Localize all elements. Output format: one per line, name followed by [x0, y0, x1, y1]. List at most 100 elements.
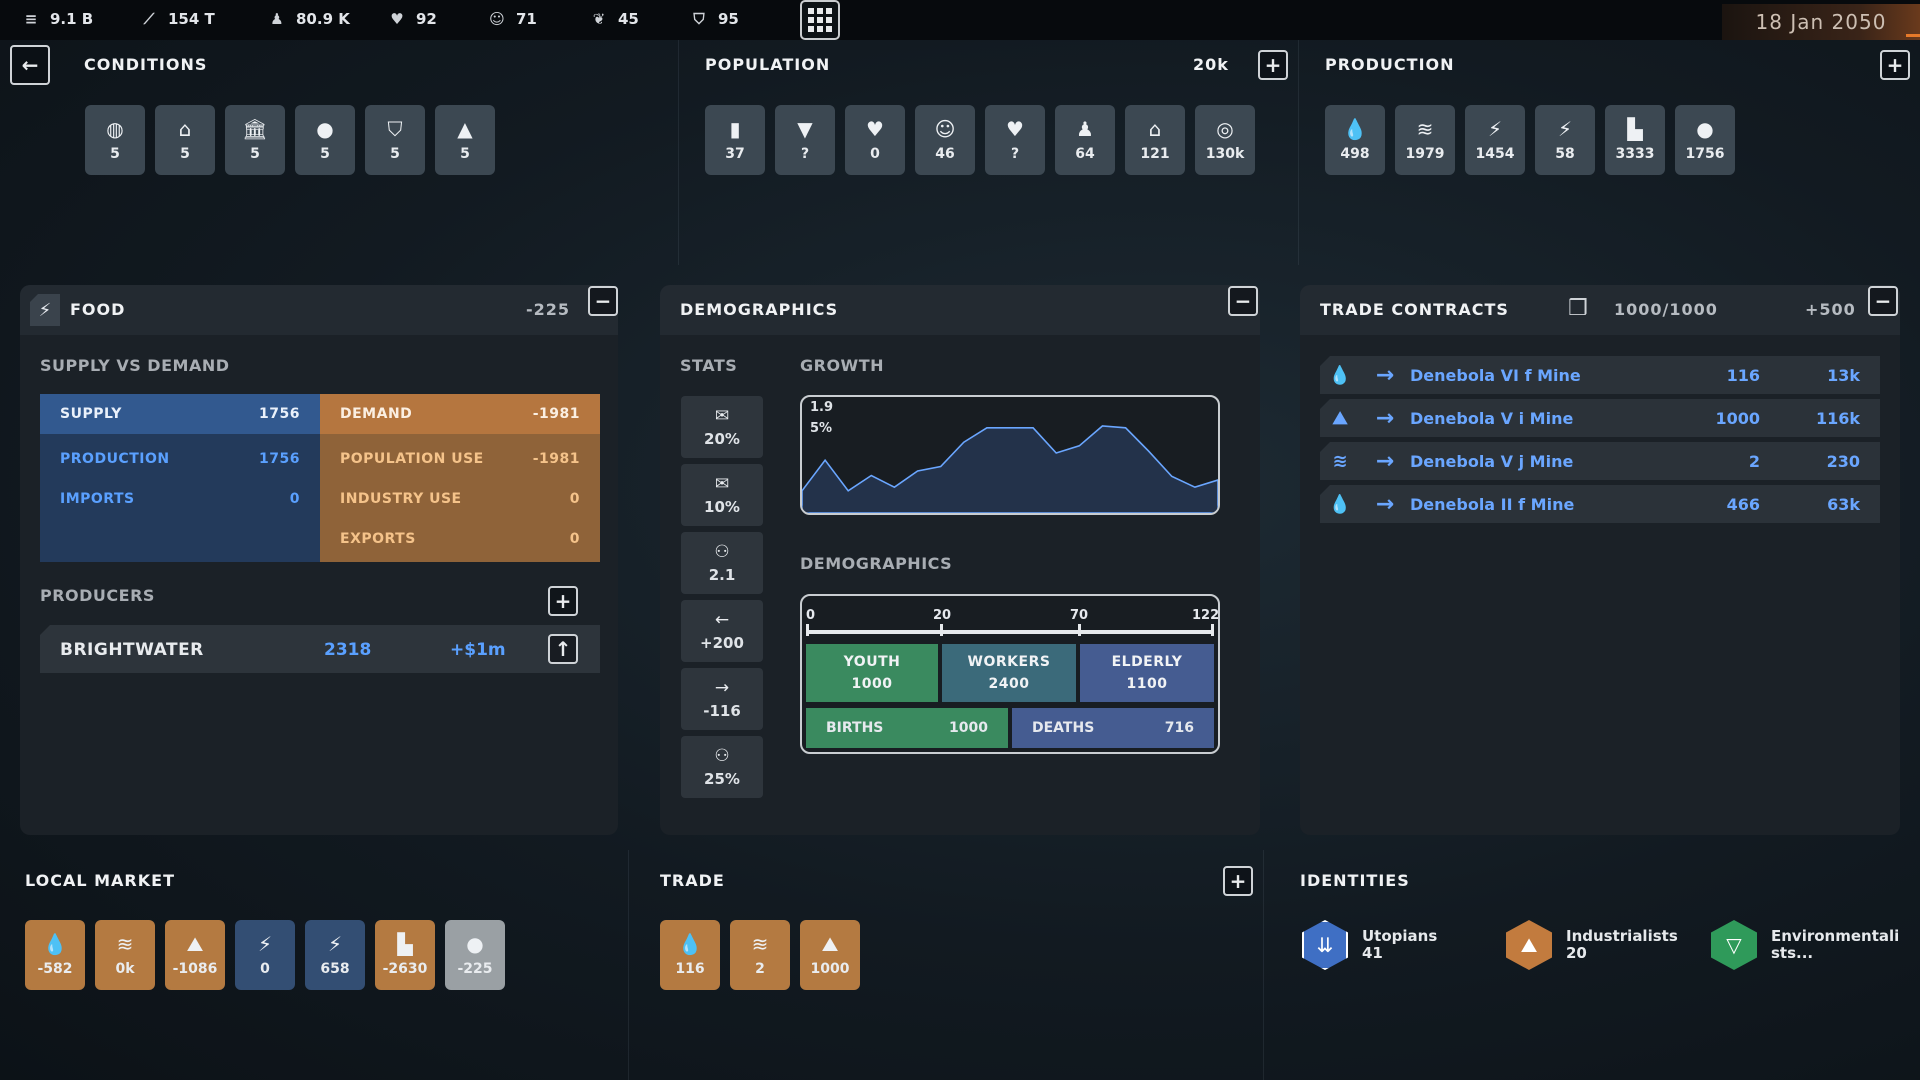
- add-producer-button[interactable]: +: [548, 586, 578, 616]
- lightning-icon: ⚡: [1488, 118, 1502, 140]
- population-stat[interactable]: ♟80.9 K: [268, 10, 350, 28]
- population-tile-happiness[interactable]: ☺46: [915, 105, 975, 175]
- condition-tile-nature[interactable]: ▲5: [435, 105, 495, 175]
- identity-utopians[interactable]: ⇊ Utopians41: [1302, 920, 1437, 970]
- heart-icon: ♥: [388, 10, 406, 28]
- market-tile-water[interactable]: 💧-582: [25, 920, 85, 990]
- condition-tile-government[interactable]: 🏛5: [225, 105, 285, 175]
- trade-contracts-title: TRADE CONTRACTS: [1320, 300, 1509, 319]
- market-tile-industry[interactable]: ▙-2630: [375, 920, 435, 990]
- plus-icon: +: [1265, 55, 1282, 75]
- production-tile-industry[interactable]: ▙3333: [1605, 105, 1665, 175]
- arrow-left-icon: ←: [715, 610, 729, 630]
- population-tile-wealth[interactable]: ◎130k: [1195, 105, 1255, 175]
- trade-delta: +500: [1805, 300, 1856, 319]
- grid-icon: [808, 8, 832, 32]
- production-tile-water[interactable]: 💧498: [1325, 105, 1385, 175]
- condition-tile-housing[interactable]: ⌂5: [155, 105, 215, 175]
- plus-icon: +: [1887, 55, 1904, 75]
- population-tile-health[interactable]: ♥0: [845, 105, 905, 175]
- food-collapse-button[interactable]: −: [588, 286, 618, 316]
- stat-death-rate[interactable]: ✉10%: [681, 464, 763, 526]
- factory-icon: ▙: [397, 933, 412, 955]
- elderly-cell[interactable]: ELDERLY1100: [1080, 644, 1214, 702]
- stat-birth-rate[interactable]: ✉20%: [681, 396, 763, 458]
- production-tile-energy-2[interactable]: ⚡58: [1535, 105, 1595, 175]
- population-title: POPULATION: [705, 55, 830, 74]
- production-tile-food[interactable]: ●1756: [1675, 105, 1735, 175]
- happiness-stat[interactable]: ☺71: [488, 10, 537, 28]
- demand-row: DEMAND-1981: [320, 406, 600, 422]
- economy-stat[interactable]: ⟋154 T: [140, 10, 215, 28]
- divider: [1298, 40, 1299, 265]
- age-tick: 20: [933, 608, 951, 623]
- stat-emigration[interactable]: →-116: [681, 668, 763, 730]
- market-tile-air[interactable]: ≋0k: [95, 920, 155, 990]
- births-bar[interactable]: BIRTHS1000: [806, 708, 1008, 748]
- stat-dependency[interactable]: ⚇25%: [681, 736, 763, 798]
- market-tile-minerals[interactable]: ⛰-1086: [165, 920, 225, 990]
- production-tile-air[interactable]: ≋1979: [1395, 105, 1455, 175]
- water-drop-icon: 💧: [1320, 494, 1360, 515]
- demographics-collapse-button[interactable]: −: [1228, 286, 1258, 316]
- condition-tile-food[interactable]: ●5: [295, 105, 355, 175]
- security-stat[interactable]: ⛉95: [690, 10, 739, 28]
- market-tile-food[interactable]: ●-225: [445, 920, 505, 990]
- water-drop-icon: 💧: [43, 933, 68, 955]
- apple-icon: ●: [316, 118, 333, 140]
- contract-row[interactable]: ⛰→Denebola V i Mine1000116k: [1320, 399, 1880, 437]
- producer-row[interactable]: BRIGHTWATER 2318 +$1m: [40, 625, 600, 673]
- trade-expand-button[interactable]: +: [1223, 866, 1253, 896]
- trade-tile-water[interactable]: 💧116: [660, 920, 720, 990]
- contract-row[interactable]: 💧→Denebola II f Mine46663k: [1320, 485, 1880, 523]
- age-tick: 0: [806, 608, 815, 623]
- identity-environmentalists[interactable]: ▽ Environmentalists...: [1711, 920, 1899, 970]
- growth-pct-label: 5%: [810, 421, 832, 436]
- population-expand-button[interactable]: +: [1258, 50, 1288, 80]
- age-tick: 122: [1192, 608, 1219, 623]
- trade-contracts-collapse-button[interactable]: −: [1868, 286, 1898, 316]
- game-date: 18 Jan 2050: [1722, 4, 1920, 40]
- happiness-icon: ☺: [935, 118, 956, 140]
- market-tile-energy[interactable]: ⚡0: [235, 920, 295, 990]
- wind-icon: ≋: [752, 933, 769, 955]
- upgrade-producer-button[interactable]: ↑: [548, 634, 578, 664]
- production-tile-energy[interactable]: ⚡1454: [1465, 105, 1525, 175]
- youth-cell[interactable]: YOUTH1000: [806, 644, 938, 702]
- production-row: PRODUCTION1756: [40, 451, 320, 467]
- trade-tile-minerals[interactable]: ⛰1000: [800, 920, 860, 990]
- condition-tile-globe[interactable]: ◍5: [85, 105, 145, 175]
- age-tick: 70: [1070, 608, 1088, 623]
- stat-immigration[interactable]: ←+200: [681, 600, 763, 662]
- trade-title: TRADE: [660, 871, 725, 890]
- population-tile-education[interactable]: ▼?: [775, 105, 835, 175]
- contract-row[interactable]: 💧→Denebola VI f Mine11613k: [1320, 356, 1880, 394]
- age-axis: [806, 630, 1214, 634]
- brain-icon: ❦: [590, 10, 608, 28]
- credits-stat[interactable]: ≡9.1 B: [22, 10, 93, 28]
- minus-icon: −: [595, 291, 612, 311]
- market-tile-energy-2[interactable]: ⚡658: [305, 920, 365, 990]
- health-stat[interactable]: ♥92: [388, 10, 437, 28]
- population-tile-stats[interactable]: ▮37: [705, 105, 765, 175]
- minus-icon: −: [1235, 291, 1252, 311]
- trade-tile-air[interactable]: ≋2: [730, 920, 790, 990]
- grid-menu-button[interactable]: [800, 0, 840, 40]
- population-tile-love[interactable]: ♥?: [985, 105, 1045, 175]
- education-stat[interactable]: ❦45: [590, 10, 639, 28]
- identity-industrialists[interactable]: ⛰ Industrialists20: [1506, 920, 1678, 970]
- workers-cell[interactable]: WORKERS2400: [942, 644, 1076, 702]
- population-tile-employment[interactable]: ♟64: [1055, 105, 1115, 175]
- wind-icon: ≋: [117, 933, 134, 955]
- supply-row: SUPPLY1756: [40, 406, 320, 422]
- back-button[interactable]: ←: [10, 45, 50, 85]
- divider: [1263, 850, 1264, 1080]
- population-use-row: POPULATION USE-1981: [320, 451, 600, 467]
- trade-capacity: 1000/1000: [1614, 300, 1718, 319]
- stat-fertility[interactable]: ⚇2.1: [681, 532, 763, 594]
- contract-row[interactable]: ≋→Denebola V j Mine2230: [1320, 442, 1880, 480]
- deaths-bar[interactable]: DEATHS716: [1012, 708, 1214, 748]
- production-expand-button[interactable]: +: [1880, 50, 1910, 80]
- condition-tile-security[interactable]: ⛉5: [365, 105, 425, 175]
- population-tile-housing[interactable]: ⌂121: [1125, 105, 1185, 175]
